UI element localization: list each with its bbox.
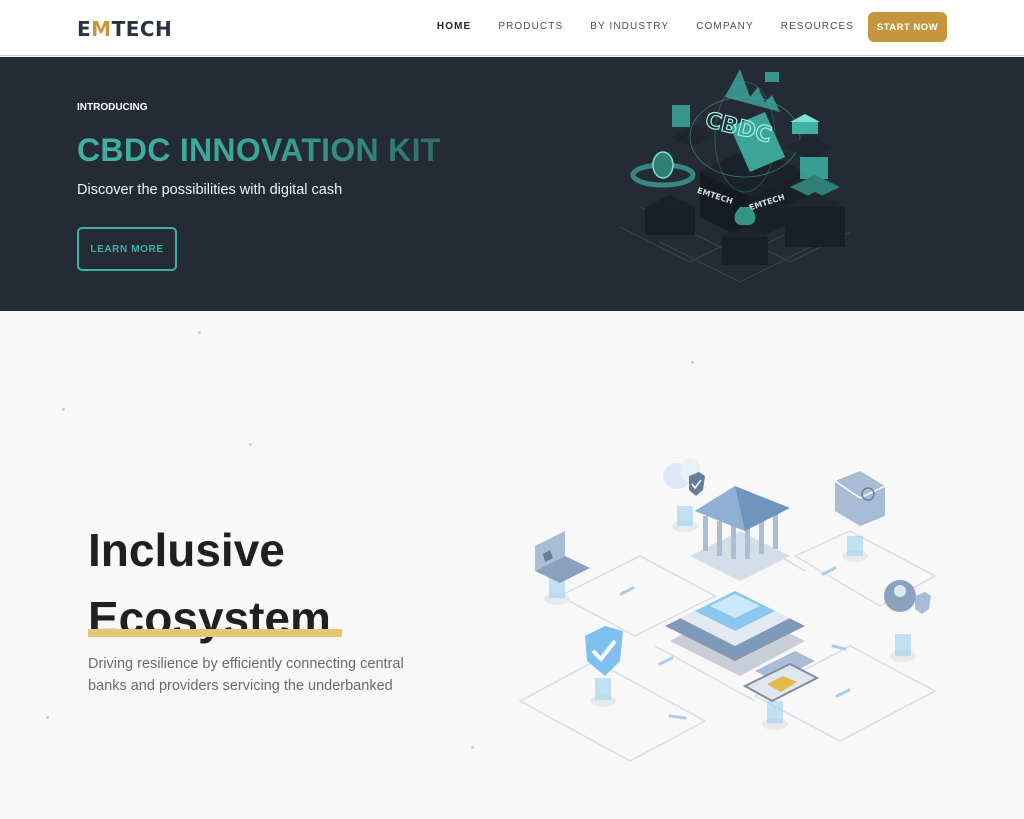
user-shield-icon (884, 580, 931, 614)
hero-title: CBDC INNOVATION KIT (77, 132, 441, 168)
ecosystem-description: Driving resilience by efficiently connec… (88, 656, 404, 694)
laptop-icon (535, 531, 590, 583)
decorative-dot (691, 361, 694, 364)
ecosystem-title-line2: Ecosystem (88, 592, 331, 644)
logo-letter-e: E (77, 17, 92, 41)
learn-more-button[interactable]: LEARN MORE (77, 227, 177, 271)
bank-icon (690, 486, 790, 581)
decorative-dot (62, 408, 65, 411)
hero-subtitle: Discover the possibilities with digital … (77, 182, 343, 198)
hero-eyebrow: INTRODUCING (77, 102, 148, 113)
start-now-button[interactable]: START NOW (868, 12, 947, 42)
ecosystem-title-line1: Inclusive (88, 524, 285, 576)
nav-links: HOME PRODUCTS BY INDUSTRY COMPANY RESOUR… (410, 21, 854, 32)
shield-check-icon (585, 626, 623, 676)
title-underline (88, 629, 342, 637)
ecosystem-illustration (518, 458, 937, 762)
decorative-dot (198, 331, 201, 334)
nav-link-company[interactable]: COMPANY (696, 21, 754, 32)
nav-link-resources[interactable]: RESOURCES (781, 21, 854, 32)
coin-icon (630, 151, 696, 235)
cbdc-illustration: CBDC EMTECH EMTECH (619, 69, 851, 283)
emtech-logo[interactable]: EMTECH (77, 17, 172, 41)
nav-link-products[interactable]: PRODUCTS (498, 21, 563, 32)
nav-link-home[interactable]: HOME (437, 21, 471, 32)
decorative-dot (471, 746, 474, 749)
cloud-shield-icon (663, 458, 705, 496)
decorative-dot (46, 716, 49, 719)
logo-letter-m: M (91, 17, 112, 41)
inclusive-ecosystem-section: Inclusive Ecosystem Driving resilience b… (0, 311, 1024, 819)
top-navigation: EMTECH HOME PRODUCTS BY INDUSTRY COMPANY… (0, 0, 1024, 56)
email-icon (834, 471, 886, 526)
hero-banner: INTRODUCING CBDC INNOVATION KIT Discover… (0, 57, 1024, 311)
screen-icon (765, 72, 779, 82)
logo-letters-tech: TECH (111, 17, 173, 41)
decorative-dot (249, 443, 252, 446)
nav-link-by-industry[interactable]: BY INDUSTRY (590, 21, 669, 32)
bank-icon (785, 114, 835, 159)
